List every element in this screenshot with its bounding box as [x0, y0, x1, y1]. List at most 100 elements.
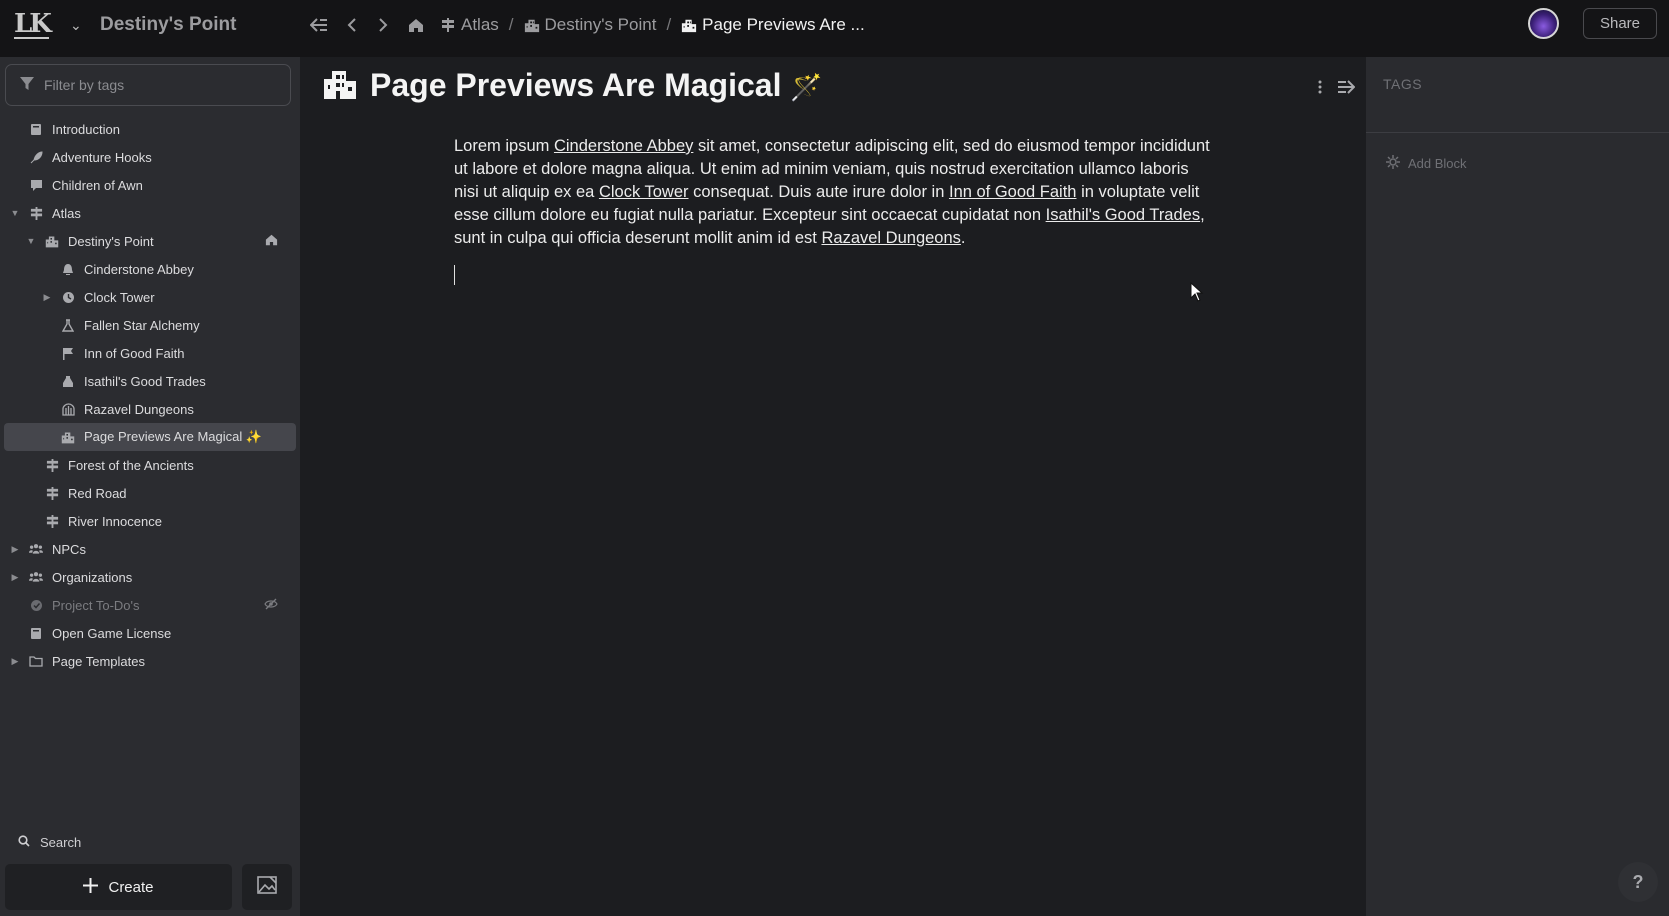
sidebar-item[interactable]: River Innocence: [0, 507, 300, 535]
more-options-icon[interactable]: [1310, 77, 1330, 97]
check-icon: [29, 598, 43, 612]
sidebar-item[interactable]: Inn of Good Faith: [0, 339, 300, 367]
city-icon: [681, 17, 697, 33]
sidebar-item[interactable]: Isathil's Good Trades: [0, 367, 300, 395]
quill-icon: [29, 150, 43, 164]
sidebar-item-label: Inn of Good Faith: [84, 345, 185, 361]
folder-icon: [29, 654, 43, 668]
sidebar-item-label: Red Road: [68, 485, 127, 501]
sidebar-item[interactable]: Introduction: [0, 115, 300, 143]
filter-by-tags[interactable]: [5, 64, 291, 106]
caret-down-icon[interactable]: ▼: [9, 208, 21, 218]
filter-icon: [20, 76, 34, 94]
search-icon: [18, 835, 30, 850]
sidebar-item[interactable]: ▼ Destiny's Point: [0, 227, 300, 255]
sidebar-item-label: Project To-Do's: [52, 597, 140, 613]
sidebar-item[interactable]: ▼ Atlas: [0, 199, 300, 227]
page-link[interactable]: Clock Tower: [599, 183, 689, 201]
sidebar-item[interactable]: ▶ Page Templates: [0, 647, 300, 675]
clock-icon: [61, 290, 75, 304]
body-text: .: [960, 229, 966, 247]
breadcrumb-destinys-point[interactable]: Destiny's Point: [524, 15, 656, 35]
search-button[interactable]: Search: [18, 835, 81, 850]
sidebar-item-label: Page Templates: [52, 653, 145, 669]
sidebar-item-label: Open Game License: [52, 625, 172, 641]
people-icon: [29, 542, 43, 556]
signpost-icon: [45, 486, 59, 500]
sidebar-item-label: Adventure Hooks: [52, 149, 152, 165]
caret-down-icon[interactable]: ▼: [25, 236, 37, 246]
tags-label: TAGS: [1383, 76, 1423, 92]
gear-icon: [1386, 155, 1400, 172]
filter-input[interactable]: [44, 77, 274, 93]
sidebar-item[interactable]: Children of Awn: [0, 171, 300, 199]
city-icon: [61, 430, 75, 444]
sidebar-item[interactable]: Adventure Hooks: [0, 143, 300, 171]
breadcrumb-atlas[interactable]: Atlas: [440, 15, 499, 35]
city-icon: [322, 68, 358, 104]
page-link[interactable]: Cinderstone Abbey: [554, 137, 693, 155]
sidebar-item-label: Cinderstone Abbey: [84, 261, 194, 277]
sidebar-item-label: Introduction: [52, 121, 120, 137]
sidebar: Introduction Adventure Hooks Children of A…: [0, 57, 300, 916]
sidebar-item[interactable]: ▶ NPCs: [0, 535, 300, 563]
chevron-down-icon[interactable]: ⌄: [70, 17, 82, 34]
mouse-pointer-icon: [1190, 281, 1204, 307]
sidebar-item[interactable]: Razavel Dungeons: [0, 395, 300, 423]
breadcrumb-current-page[interactable]: Page Previews Are ...: [681, 15, 865, 35]
sidebar-item[interactable]: Project To-Do's: [0, 591, 300, 619]
image-button[interactable]: [242, 864, 292, 910]
sidebar-item-label: Forest of the Ancients: [68, 457, 194, 473]
people-icon: [29, 570, 43, 584]
forward-icon[interactable]: [371, 13, 395, 37]
sidebar-item[interactable]: Page Previews Are Magical ✨: [4, 423, 296, 451]
home-icon[interactable]: [404, 13, 428, 37]
page-body-text[interactable]: Lorem ipsum Cinderstone Abbey sit amet, …: [454, 135, 1214, 250]
add-block-button[interactable]: Add Block: [1386, 155, 1467, 172]
signpost-icon: [45, 458, 59, 472]
sidebar-item[interactable]: ▶ Clock Tower: [0, 283, 300, 311]
sidebar-item[interactable]: Open Game License: [0, 619, 300, 647]
signpost-icon: [45, 514, 59, 528]
collapse-sidebar-icon[interactable]: [307, 13, 331, 37]
avatar[interactable]: [1528, 8, 1559, 39]
sidebar-item-label: Destiny's Point: [68, 233, 154, 249]
back-icon[interactable]: [340, 13, 364, 37]
breadcrumb: Atlas / Destiny's Point / Page Previews …: [440, 13, 865, 37]
caret-right-icon[interactable]: ▶: [9, 572, 21, 583]
sidebar-item-label: Children of Awn: [52, 177, 143, 193]
sidebar-item[interactable]: Forest of the Ancients: [0, 451, 300, 479]
divider: [1366, 132, 1669, 133]
sidebar-item-label: River Innocence: [68, 513, 162, 529]
caret-right-icon[interactable]: ▶: [9, 544, 21, 555]
home-icon[interactable]: [265, 234, 278, 249]
main-content: Page Previews Are Magical 🪄 Lorem ipsum …: [300, 57, 1366, 916]
text-cursor: [454, 265, 455, 285]
sidebar-item-label: Razavel Dungeons: [84, 401, 194, 417]
page-link[interactable]: Isathil's Good Trades: [1046, 206, 1200, 224]
sidebar-item[interactable]: ▶ Organizations: [0, 563, 300, 591]
caret-right-icon[interactable]: ▶: [41, 292, 53, 303]
eye-off-icon[interactable]: [264, 598, 278, 613]
caret-right-icon[interactable]: ▶: [9, 656, 21, 667]
app-logo[interactable]: LK: [14, 10, 64, 40]
collapse-right-panel-icon[interactable]: [1334, 77, 1358, 97]
sidebar-item[interactable]: Red Road: [0, 479, 300, 507]
sidebar-item[interactable]: Cinderstone Abbey: [0, 255, 300, 283]
top-bar: LK ⌄ Destiny's Point Atlas / Destiny's P…: [0, 0, 1669, 57]
pot-icon: [61, 374, 75, 388]
sidebar-item[interactable]: Fallen Star Alchemy: [0, 311, 300, 339]
plus-icon: [83, 877, 99, 897]
share-button[interactable]: Share: [1583, 8, 1657, 39]
bell-icon: [61, 262, 75, 276]
sidebar-item-label: Page Previews Are Magical ✨: [84, 429, 263, 444]
world-title[interactable]: Destiny's Point: [100, 14, 237, 36]
page-link[interactable]: Razavel Dungeons: [821, 229, 960, 247]
create-button[interactable]: Create: [5, 864, 232, 910]
page-title[interactable]: Page Previews Are Magical 🪄: [370, 67, 823, 104]
sidebar-item-label: Clock Tower: [84, 289, 155, 305]
signpost-icon: [440, 17, 456, 33]
help-button[interactable]: ?: [1618, 862, 1658, 902]
page-link[interactable]: Inn of Good Faith: [949, 183, 1077, 201]
body-text: Lorem ipsum: [454, 137, 554, 155]
